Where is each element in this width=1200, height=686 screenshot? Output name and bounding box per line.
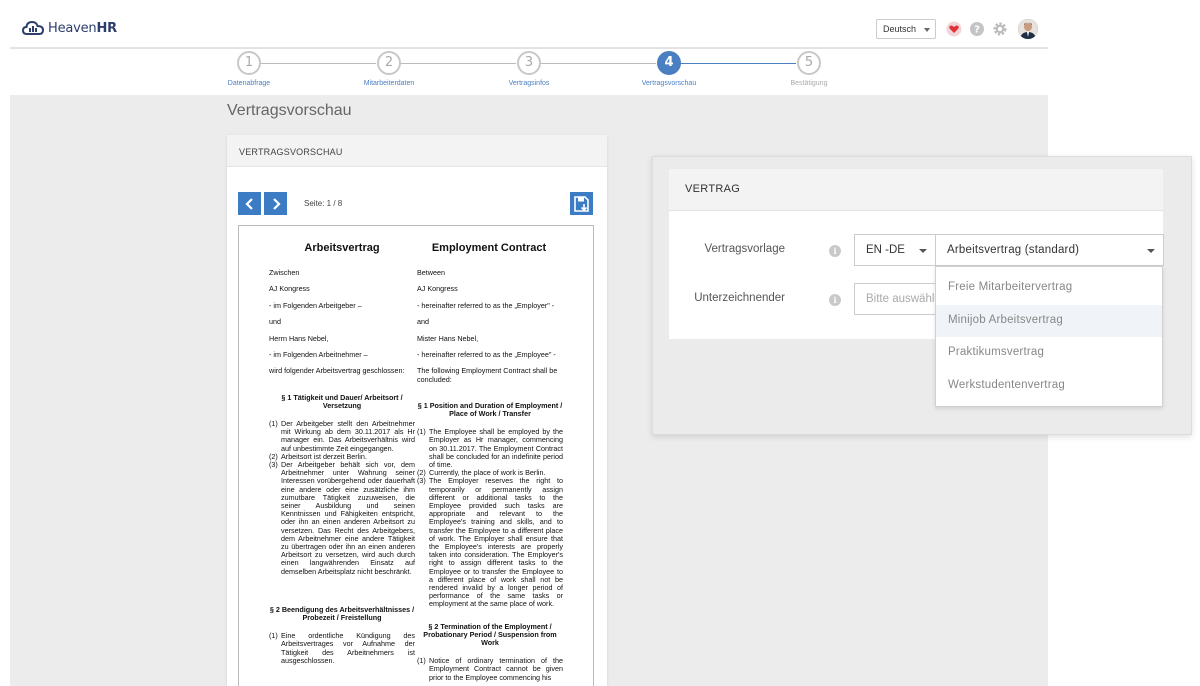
template-option[interactable]: Werkstudentenvertrag <box>936 370 1162 403</box>
step-number: 3 <box>517 51 541 75</box>
contract-card-title: VERTRAG <box>669 169 1163 211</box>
section-heading: § 1 Tätigkeit und Dauer/ Arbeitsort / Ve… <box>281 392 403 410</box>
section-heading: § 1 Position and Duration of Employment … <box>417 400 563 418</box>
clause-text: Der Arbeitgeber behält sich vor, dem Arb… <box>281 459 415 576</box>
document-title-en: Employment Contract <box>431 242 547 254</box>
template-option[interactable]: Praktikumsvertrag <box>936 337 1162 370</box>
help-icon[interactable]: ? <box>969 21 985 37</box>
doc-line: und <box>269 317 281 327</box>
heavenhr-logo[interactable]: HeavenHR <box>22 20 117 36</box>
doc-line: AJ Kongress <box>417 284 458 294</box>
info-icon[interactable]: i <box>829 245 841 257</box>
contract-template-select[interactable]: Arbeitsvertrag (standard) <box>935 234 1164 266</box>
step-number: 5 <box>797 51 821 75</box>
progress-stepper: 1 Datenabfrage 2 Mitarbeiterdaten 3 Vert… <box>10 49 1048 95</box>
chevron-right-icon <box>272 197 281 210</box>
step-3[interactable]: 3 Vertragsinfos <box>494 51 564 87</box>
step-label: Vertragsvorschau <box>641 80 697 87</box>
clause-number: (3) <box>269 459 278 469</box>
doc-line: and <box>417 317 429 327</box>
clause-text: Notice of ordinary termination of the Em… <box>429 656 563 682</box>
doc-line: The following Employment Contract shall … <box>417 366 558 384</box>
english-column: Between AJ Kongress - hereinafter referr… <box>417 268 563 682</box>
page-indicator: Seite: 1 / 8 <box>304 199 343 208</box>
save-download-icon <box>573 195 589 212</box>
step-2[interactable]: 2 Mitarbeiterdaten <box>354 51 424 87</box>
doc-line: Between <box>417 268 445 277</box>
contract-language-value: EN -DE <box>866 244 905 256</box>
step-label: Bestätigung <box>790 80 828 87</box>
step-5[interactable]: 5 Bestätigung <box>774 51 844 87</box>
gear-icon[interactable] <box>992 21 1008 37</box>
contract-language-select[interactable]: EN -DE <box>854 234 936 266</box>
chevron-down-icon <box>1147 249 1155 253</box>
doc-line: - im Folgenden Arbeitgeber – <box>269 300 362 310</box>
download-button[interactable] <box>570 192 593 215</box>
previous-page-button[interactable] <box>238 192 261 215</box>
step-label: Datenabfrage <box>227 80 271 87</box>
page-title: Vertragsvorschau <box>227 102 352 119</box>
clause-list: (1) The Employee shall be employed by the… <box>417 428 563 608</box>
step-number: 1 <box>237 51 261 75</box>
clause-number: (1) <box>269 418 278 428</box>
language-value: Deutsch <box>883 24 917 34</box>
step-4[interactable]: 4 Vertragsvorschau <box>634 51 704 87</box>
brand-name-part2: HR <box>96 20 117 36</box>
clause-number: (1) <box>269 631 278 641</box>
step-1[interactable]: 1 Datenabfrage <box>214 51 284 87</box>
chevron-left-icon <box>244 197 253 210</box>
contract-template-value: Arbeitsvertrag (standard) <box>947 244 1080 256</box>
template-option[interactable]: Freie Mitarbeitervertrag <box>936 272 1162 305</box>
doc-line: - im Folgenden Arbeitnehmer – <box>269 349 368 359</box>
svg-text:?: ? <box>974 25 980 36</box>
clause-list: (1) Der Arbeitgeber stellt den Arbeitnehm… <box>269 418 415 576</box>
cloud-logo-icon <box>22 20 44 35</box>
clause-list: (1) Notice of ordinary termination of the… <box>417 657 563 682</box>
chevron-down-icon <box>919 249 927 253</box>
german-column: Zwischen AJ Kongress - im Folgenden Arbe… <box>269 268 415 665</box>
language-select[interactable]: Deutsch <box>876 19 936 39</box>
contract-document-page: Arbeitsvertrag Employment Contract Zwisc… <box>238 225 594 686</box>
chevron-down-icon <box>924 28 930 32</box>
clause-number: (3) <box>417 476 426 486</box>
step-number: 2 <box>377 51 401 75</box>
top-bar: HeavenHR Deutsch ? <box>10 10 1048 48</box>
doc-line: wird folgender Arbeitsvertrag geschlosse… <box>269 366 405 376</box>
section-heading: § 2 Termination of the Employment / Prob… <box>423 621 557 648</box>
heart-icon[interactable] <box>946 21 962 37</box>
doc-line: Herrn Hans Nebel, <box>269 333 329 343</box>
step-label: Vertragsinfos <box>508 80 550 87</box>
doc-line: AJ Kongress <box>269 284 310 294</box>
step-label: Mitarbeiterdaten <box>363 80 415 87</box>
brand-name-part1: Heaven <box>48 20 97 36</box>
clause-number: (1) <box>417 427 426 437</box>
doc-line: Zwischen <box>269 268 300 277</box>
clause-text: Der Arbeitgeber stellt den Arbeitnehmer … <box>281 418 415 453</box>
template-option[interactable]: Minijob Arbeitsvertrag <box>936 304 1162 337</box>
step-number: 4 <box>657 51 681 75</box>
next-page-button[interactable] <box>264 192 287 215</box>
clause-text: The Employer reserves the right to tempo… <box>429 476 563 609</box>
template-dropdown-menu: Freie Mitarbeitervertrag Minijob Arbeits… <box>935 266 1163 407</box>
user-avatar[interactable] <box>1018 19 1038 39</box>
doc-line: Mister Hans Nebel, <box>417 333 479 343</box>
contract-preview-panel: VERTRAGSVORSCHAU Seite: 1 / 8 Arbeitsver… <box>227 135 607 686</box>
info-icon[interactable]: i <box>829 294 841 306</box>
doc-line: - hereinafter referred to as the „Employ… <box>417 349 556 359</box>
signer-label: Unterzeichnender <box>694 292 785 304</box>
section-heading: § 2 Beendigung des Arbeitsverhältnisses … <box>269 604 415 623</box>
preview-panel-title: VERTRAGSVORSCHAU <box>227 135 607 167</box>
document-title-de: Arbeitsvertrag <box>304 242 380 254</box>
template-label: Vertragsvorlage <box>704 243 785 255</box>
doc-line: - hereinafter referred to as the „Employ… <box>417 300 555 310</box>
clause-list: (1) Eine ordentliche Kündigung des Arbeit… <box>269 632 415 665</box>
clause-text: Eine ordentliche Kündigung des Arbeitsve… <box>281 631 415 665</box>
clause-number: (1) <box>417 656 426 666</box>
clause-text: The Employee shall be employed by the Em… <box>429 427 563 469</box>
